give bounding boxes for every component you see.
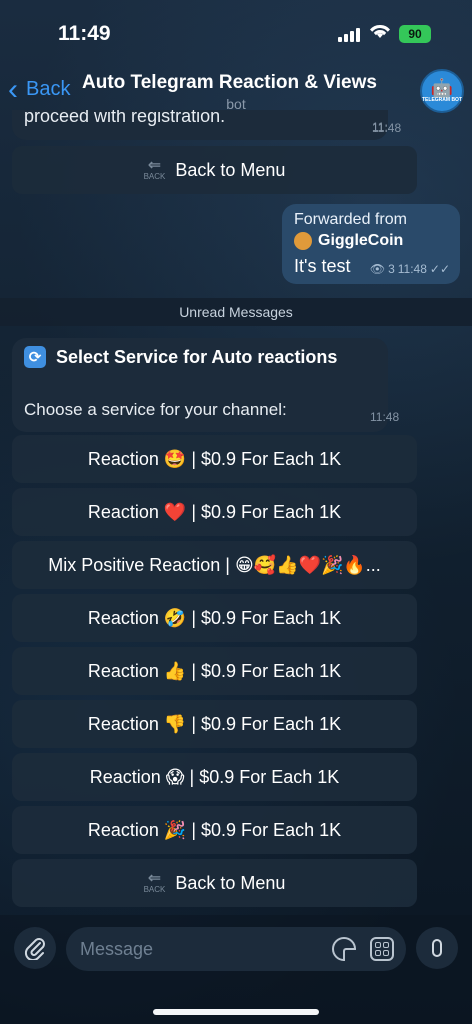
message-meta: 👁 3 11:48 ✓✓	[370, 262, 450, 276]
reaction-service-button[interactable]: Reaction 👍 | $0.9 For Each 1K	[12, 647, 417, 695]
sticker-icon[interactable]	[332, 937, 356, 961]
avatar-text: TELEGRAM BOT	[422, 97, 462, 103]
forwarded-from-text: GiggleCoin	[318, 232, 404, 249]
composer-bar	[0, 915, 472, 1024]
message-title: ⟳ Select Service for Auto reactions	[24, 346, 337, 368]
button-label: Mix Positive Reaction | 😁🥰👍❤️🎉🔥...	[48, 554, 381, 575]
reaction-service-button[interactable]: Reaction 🤣 | $0.9 For Each 1K	[12, 594, 417, 642]
message-bubble-outgoing[interactable]: Forwarded from GiggleCoin It's test 👁 3 …	[282, 204, 460, 284]
battery-level: 90	[408, 27, 422, 41]
reaction-service-button[interactable]: Reaction 👎 | $0.9 For Each 1K	[12, 700, 417, 748]
message-time: 11:48	[370, 410, 400, 424]
microphone-icon[interactable]	[416, 927, 458, 969]
back-to-menu-button[interactable]: ⇐ BACK Back to Menu	[12, 146, 417, 194]
chat-title[interactable]: Auto Telegram Reaction & Views	[82, 72, 402, 94]
button-label: Reaction 🤣 | $0.9 For Each 1K	[87, 607, 342, 628]
message-text: It's test	[294, 256, 351, 276]
view-count: 3	[388, 262, 395, 276]
button-label: Reaction 🎉 | $0.9 For Each 1K	[87, 819, 342, 840]
paperclip-icon[interactable]	[14, 927, 56, 969]
message-bubble-incoming[interactable]: ⟳ Select Service for Auto reactions Choo…	[12, 338, 399, 432]
button-label: Reaction 👎 | $0.9 For Each 1K	[87, 713, 342, 734]
unread-label: Unread Messages	[179, 304, 293, 320]
double-check-icon: ✓✓	[429, 262, 450, 276]
refresh-icon: ⟳	[24, 346, 46, 368]
reaction-service-button[interactable]: Reaction 🤩 | $0.9 For Each 1K	[12, 435, 417, 483]
reaction-service-button[interactable]: Reaction ❤️ | $0.9 For Each 1K	[12, 488, 417, 536]
back-to-menu-button[interactable]: ⇐ BACK Back to Menu	[12, 859, 417, 907]
reaction-service-button[interactable]: Reaction 😱 | $0.9 For Each 1K	[12, 753, 417, 801]
message-bubble-incoming[interactable]: proceed with registration. 11:48	[12, 110, 388, 140]
message-time-label: 11:48	[372, 121, 402, 135]
eye-icon: 👁	[369, 262, 386, 276]
back-icon-label: BACK	[143, 884, 166, 894]
message-time: 11:48	[397, 262, 427, 276]
back-arrow-icon: ⇐ BACK	[143, 156, 166, 181]
bot-avatar[interactable]: 🤖 TELEGRAM BOT	[420, 69, 464, 113]
unread-messages-divider: Unread Messages	[0, 298, 472, 326]
status-bar: 11:49 90	[0, 0, 472, 60]
message-text: Choose a service for your channel:	[24, 400, 287, 419]
status-time: 11:49	[58, 22, 111, 45]
reaction-service-button[interactable]: Reaction 🎉 | $0.9 For Each 1K	[12, 806, 417, 854]
forwarded-label: Forwarded from	[294, 211, 407, 228]
forwarded-from-name[interactable]: GiggleCoin	[294, 232, 403, 250]
button-label: Reaction 😱 | $0.9 For Each 1K	[89, 766, 340, 787]
cellular-signal-icon	[338, 26, 362, 42]
channel-avatar-icon	[294, 232, 312, 250]
mix-reaction-service-button[interactable]: Mix Positive Reaction | 😁🥰👍❤️🎉🔥...	[12, 541, 417, 589]
message-title-text: Select Service for Auto reactions	[56, 346, 338, 367]
home-indicator[interactable]	[153, 1009, 319, 1015]
battery-indicator: 90	[399, 25, 431, 43]
back-arrow-icon: ⇐ BACK	[143, 869, 166, 894]
button-label: Back to Menu	[175, 872, 286, 893]
button-label: Reaction ❤️ | $0.9 For Each 1K	[87, 501, 342, 522]
message-text: proceed with registration.	[24, 110, 226, 126]
robot-icon: 🤖	[430, 78, 454, 98]
button-label: Back to Menu	[175, 159, 286, 180]
button-label: Reaction 🤩 | $0.9 For Each 1K	[87, 448, 342, 469]
button-label: Reaction 👍 | $0.9 For Each 1K	[87, 660, 342, 681]
bot-command-menu-icon[interactable]	[370, 937, 394, 961]
wifi-icon	[369, 22, 391, 46]
back-icon-label: BACK	[143, 171, 166, 181]
